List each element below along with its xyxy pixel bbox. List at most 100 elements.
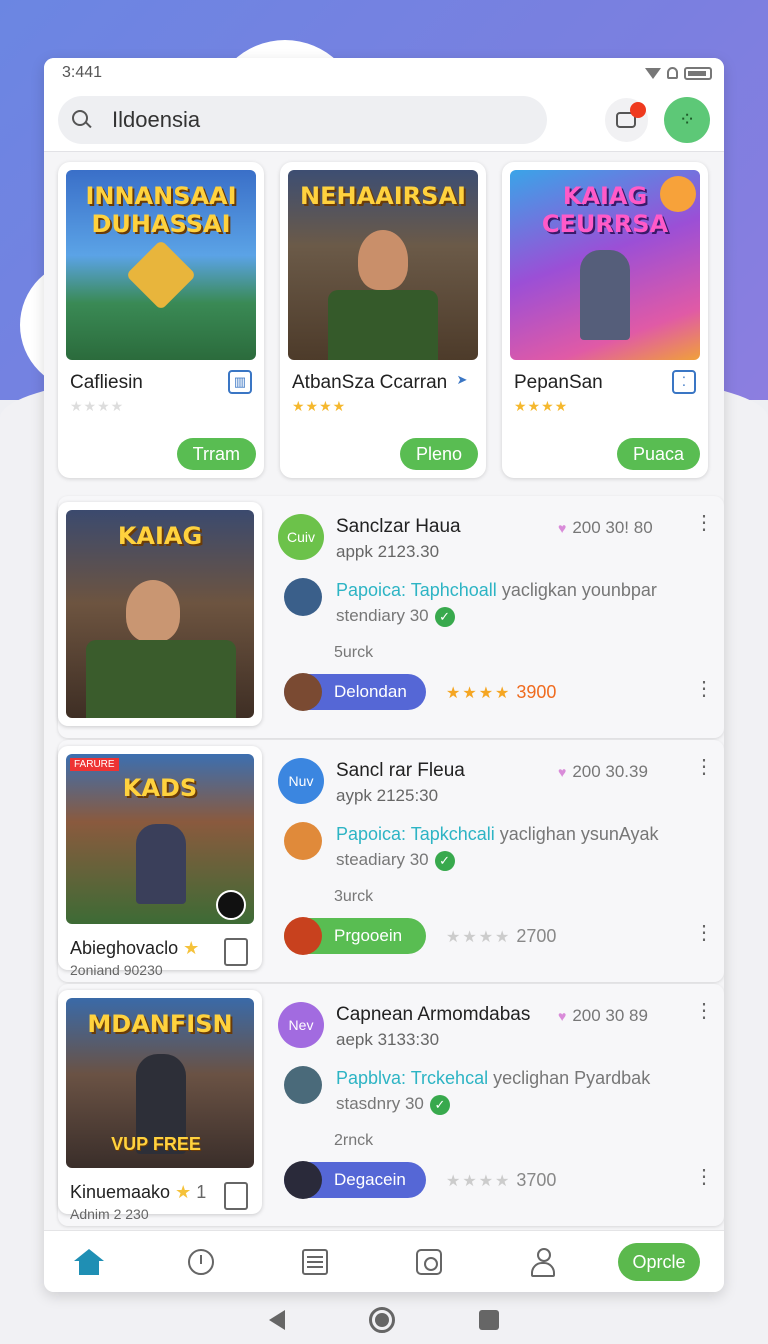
game-card[interactable]: FARURE KADS Abieghovaclo ★ 2oniand 90230 [58,746,262,978]
item-subtitle: appk 2123.30 [336,542,440,561]
rating-stars: ★★★★ [514,398,569,414]
item-detail: stendiary 30 ✓ [336,606,455,627]
list-item[interactable]: FARURE KADS Abieghovaclo ★ 2oniand 90230… [58,740,724,982]
send-icon[interactable]: ➤ [450,370,474,394]
bookmark-icon[interactable] [224,1182,248,1210]
grid-icon[interactable]: ▥ [228,370,252,394]
card-title: Abieghovaclo ★ [70,938,199,959]
notification-button[interactable] [604,97,649,142]
featured-card[interactable]: INNANSAAI DUHASSAI Cafliesin ▥ ★★★★ Trra… [58,162,264,478]
item-detail: steadiary 30 ✓ [336,850,455,871]
download-button[interactable]: Degacein [284,1161,426,1199]
nav-history[interactable] [188,1248,302,1275]
game-thumbnail: FARURE KADS [66,754,254,924]
rating-stars: ★★★★ [446,1173,512,1190]
nav-profile[interactable] [530,1247,600,1277]
battery-icon [684,66,712,80]
status-icons [645,66,712,80]
avatar: Cuiv [278,514,324,560]
rating-value: 2700 [516,926,557,946]
featured-card[interactable]: NEHAAIRSAI AtbanSza Ccarran ➤ ★★★★ Pleno [280,162,486,478]
rating: ★★★★ 2700 [446,926,556,947]
more-icon[interactable]: ⋮ [694,757,714,777]
download-button[interactable]: Prgooein [284,917,426,955]
bookmark-icon[interactable] [224,938,248,966]
avatar: Nuv [278,758,324,804]
rating: ★★★★ 3900 [446,682,556,703]
list-item[interactable]: KAIAG Cuiv Sanclzar Haua appk 2123.30 ♥ 2… [58,496,724,738]
download-button[interactable]: Delondan [284,673,426,711]
card-action-button[interactable]: Puaca [616,438,700,470]
card-action-button[interactable]: Trram [176,438,256,470]
more-icon[interactable]: ⋮ [694,513,714,533]
list-icon [302,1248,328,1275]
game-card[interactable]: MDANFISN VUP FREE Kinuemaako ★ 1 Adnim 2… [58,990,262,1222]
user-avatar [284,578,322,616]
avatar: Nev [278,1002,324,1048]
detail-text: stasdnry 30 [336,1094,424,1113]
description-text: yacligkan younbpar [501,580,657,600]
detail-text: steadiary 30 [336,850,429,869]
bottom-navigation: Oprcle [44,1230,724,1292]
app-window: 3:441 ⁘ INNANSAAI DUHASSAI Cafli [44,58,724,1292]
rating-stars: ★★★★ [446,685,512,702]
game-thumbnail: KAIAG [66,510,254,718]
more-icon[interactable]: ⋮ [694,679,714,699]
item-subtitle: aypk 2125:30 [336,786,439,805]
pill-label: Delondan [334,682,407,701]
thumbnail-art-text: NEHAAIRSAI [300,182,466,210]
thumbnail-art-subtext: VUP FREE [111,1134,201,1154]
camera-icon [416,1248,442,1275]
description-highlight: Papoica: Tapkchcali [336,824,495,844]
thumbnail-art-text: INNANSAAI DUHASSAI [85,182,237,238]
rating-value: 3900 [516,682,557,702]
home-icon [74,1248,104,1275]
dots-icon[interactable]: ⁚ [672,370,696,394]
more-icon[interactable]: ⋮ [694,923,714,943]
rating-stars: ★★★★ [292,398,347,414]
card-subtitle: Adnim 2 230 [70,1206,149,1222]
check-icon: ✓ [434,607,455,627]
search-bar[interactable] [58,95,547,144]
description-highlight: Papblva: Trckehcal [336,1068,489,1088]
heart-icon: ♥ [558,520,567,536]
item-label: 5urck [334,644,374,661]
more-icon[interactable]: ⋮ [694,1001,714,1021]
nav-list[interactable] [302,1248,416,1275]
menu-button[interactable]: ⁘ [664,96,710,143]
description-text: yaclighan ysunAyak [499,824,659,844]
heart-icon: ♥ [558,1008,567,1024]
meta-value: 200 30.39 [572,762,648,781]
recent-apps-icon[interactable] [479,1310,499,1330]
item-description: Papblva: Trckehcal yeclighan Pyardbak [336,1068,650,1089]
item-meta: ♥ 200 30.39 [558,762,648,782]
nav-action-button[interactable]: Oprcle [618,1242,700,1281]
notification-badge [630,101,647,118]
list-item[interactable]: MDANFISN VUP FREE Kinuemaako ★ 1 Adnim 2… [58,984,724,1226]
more-icon[interactable]: ⋮ [694,1167,714,1187]
featured-card[interactable]: KAIAG CEURRSA PepanSan ⁚ ★★★★ Puaca [502,162,708,478]
system-navigation [0,1296,768,1344]
nav-camera[interactable] [416,1248,530,1275]
thumbnail-art-text: MDANFISN [87,1010,233,1038]
nav-home[interactable] [74,1248,188,1275]
search-row: ⁘ [44,88,724,152]
badge: FARURE [70,758,119,771]
back-icon[interactable] [269,1310,285,1330]
card-action-button[interactable]: Pleno [399,438,478,470]
avatar [284,673,322,711]
avatar [284,1161,322,1199]
game-card[interactable]: KAIAG [58,502,262,726]
status-time: 3:441 [62,64,103,81]
item-label: 3urck [334,888,374,905]
status-bar: 3:441 [44,58,724,88]
card-title: PepanSan [514,372,603,393]
home-circle-icon[interactable] [369,1307,395,1333]
pill-label: Degacein [334,1170,406,1189]
search-input[interactable] [112,106,492,133]
game-thumbnail: NEHAAIRSAI [288,170,478,360]
game-thumbnail: INNANSAAI DUHASSAI [66,170,256,360]
signal-icon [667,67,678,79]
check-icon: ✓ [429,1095,450,1115]
game-thumbnail: KAIAG CEURRSA [510,170,700,360]
